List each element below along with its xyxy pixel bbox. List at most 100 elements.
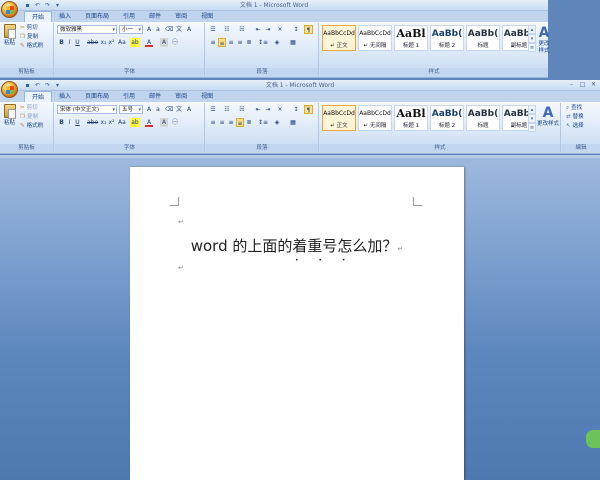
cut-button[interactable]: ✂ 剪切: [20, 24, 43, 33]
minimize-icon[interactable]: –: [567, 81, 576, 89]
style-no-spacing[interactable]: AaBbCcDd ↵ 无间隔: [358, 25, 392, 51]
style-title[interactable]: AaBb(标题: [466, 105, 500, 131]
tab-mailings[interactable]: 邮件: [142, 91, 168, 102]
style-no-spacing[interactable]: AaBbCcDd ↵ 无间隔: [358, 105, 392, 131]
paste-button[interactable]: 粘贴: [2, 104, 17, 126]
document-page[interactable]: ↵ word 的上面的着重号怎么加？↵ • • • ↵: [130, 167, 464, 480]
phonetic-guide-icon[interactable]: 文: [175, 25, 183, 34]
change-case-icon[interactable]: Aa: [118, 118, 126, 127]
tab-insert[interactable]: 插入: [52, 91, 78, 102]
change-styles-button[interactable]: A 更改样式: [535, 105, 561, 128]
style-title[interactable]: AaBb(标题: [466, 25, 500, 51]
align-left-icon[interactable]: ≡: [209, 38, 217, 47]
increase-indent-icon[interactable]: ⇥: [264, 105, 272, 114]
tab-page-layout[interactable]: 页面布局: [78, 91, 116, 102]
italic-icon[interactable]: I: [66, 38, 73, 47]
scroll-handle[interactable]: [586, 430, 600, 448]
style-normal[interactable]: AaBbCcDd ↵ 正文: [322, 25, 356, 51]
strikethrough-icon[interactable]: abe: [87, 118, 98, 127]
bullets-icon[interactable]: ☰: [208, 105, 218, 114]
style-normal[interactable]: AaBbCcDd ↵ 正文: [322, 105, 356, 131]
change-case-icon[interactable]: Aa: [118, 38, 126, 47]
align-right-icon[interactable]: ≡: [227, 38, 235, 47]
show-marks-icon[interactable]: ¶: [304, 105, 313, 114]
shading-icon[interactable]: ◈: [272, 38, 282, 47]
char-border-icon[interactable]: A: [185, 105, 193, 114]
font-color-icon[interactable]: A: [145, 38, 153, 47]
grow-font-icon[interactable]: A: [145, 25, 153, 34]
office-button[interactable]: [1, 1, 18, 18]
tab-references[interactable]: 引用: [116, 91, 142, 102]
format-painter-button[interactable]: ✎ 格式刷: [20, 122, 43, 131]
tab-home[interactable]: 开始: [24, 91, 53, 102]
shading-icon[interactable]: ◈: [272, 118, 282, 127]
align-right-icon[interactable]: ≡: [227, 118, 235, 127]
char-border-icon[interactable]: A: [185, 25, 193, 34]
paste-button[interactable]: 粘贴: [2, 24, 17, 46]
strikethrough-icon[interactable]: abe: [87, 38, 98, 47]
align-center-icon[interactable]: ≡: [218, 118, 226, 127]
align-left-icon[interactable]: ≡: [209, 118, 217, 127]
style-heading-2[interactable]: AaBb(标题 2: [430, 25, 464, 51]
font-name-select[interactable]: 微软雅黑: [57, 25, 117, 34]
change-styles-button[interactable]: A 更改样式: [536, 25, 552, 55]
highlight-icon[interactable]: ab: [130, 38, 140, 47]
gallery-up-icon[interactable]: ▴: [528, 25, 536, 34]
tab-review[interactable]: 审阅: [168, 11, 194, 22]
bold-icon[interactable]: B: [58, 38, 65, 47]
enclose-char-icon[interactable]: ㊀: [171, 38, 179, 47]
borders-icon[interactable]: ▦: [288, 118, 298, 127]
underline-icon[interactable]: U: [74, 118, 81, 127]
close-icon[interactable]: ✕: [589, 81, 598, 89]
font-color-icon[interactable]: A: [145, 118, 153, 127]
document-heading[interactable]: word 的上面的着重号怎么加？↵: [130, 236, 464, 259]
multilevel-list-icon[interactable]: ☵: [237, 105, 247, 114]
tab-view[interactable]: 视图: [194, 91, 220, 102]
style-heading-1[interactable]: AaBl 标题 1: [394, 105, 428, 131]
maximize-icon[interactable]: □: [578, 81, 587, 89]
style-heading-2[interactable]: AaBb(标题 2: [430, 105, 464, 131]
format-painter-button[interactable]: ✎ 格式刷: [20, 42, 43, 51]
borders-icon[interactable]: ▦: [288, 38, 298, 47]
phonetic-guide-icon[interactable]: 文: [175, 105, 183, 114]
copy-button[interactable]: ❐ 复制: [20, 33, 43, 42]
numbering-icon[interactable]: ☷: [222, 105, 232, 114]
highlight-icon[interactable]: ab: [130, 118, 140, 127]
subscript-icon[interactable]: x₂: [100, 38, 107, 47]
chinese-layout-icon[interactable]: ✕: [275, 25, 285, 34]
line-spacing-icon[interactable]: ↕≡: [258, 118, 268, 127]
tab-home[interactable]: 开始: [24, 11, 53, 22]
underline-icon[interactable]: U: [74, 38, 81, 47]
justify-icon[interactable]: ≡: [236, 118, 244, 127]
line-spacing-icon[interactable]: ↕≡: [258, 38, 268, 47]
tab-references[interactable]: 引用: [116, 11, 142, 22]
decrease-indent-icon[interactable]: ⇤: [254, 105, 262, 114]
align-center-icon[interactable]: ≡: [218, 38, 226, 47]
subscript-icon[interactable]: x₂: [100, 118, 107, 127]
tab-insert[interactable]: 插入: [52, 11, 78, 22]
char-shading-icon[interactable]: A: [160, 118, 168, 127]
sort-icon[interactable]: ↕: [292, 105, 300, 114]
gallery-more-icon[interactable]: ≡: [528, 43, 536, 52]
show-marks-icon[interactable]: ¶: [304, 25, 313, 34]
char-shading-icon[interactable]: A: [160, 38, 168, 47]
tab-mailings[interactable]: 邮件: [142, 11, 168, 22]
style-heading-1[interactable]: AaBl 标题 1: [394, 25, 428, 51]
select-button[interactable]: ↖ 选择: [566, 122, 584, 131]
shrink-font-icon[interactable]: a: [154, 25, 162, 34]
copy-button[interactable]: ❐ 复制: [20, 113, 43, 122]
office-button[interactable]: [1, 81, 18, 98]
font-name-select[interactable]: 宋体 (中文正文): [57, 105, 117, 114]
gallery-down-icon[interactable]: ▾: [528, 34, 536, 43]
decrease-indent-icon[interactable]: ⇤: [254, 25, 262, 34]
replace-button[interactable]: ⇄ 替换: [566, 113, 584, 122]
tab-page-layout[interactable]: 页面布局: [78, 11, 116, 22]
bold-icon[interactable]: B: [58, 118, 65, 127]
tab-review[interactable]: 审阅: [168, 91, 194, 102]
grow-font-icon[interactable]: A: [145, 105, 153, 114]
justify-icon[interactable]: ≡: [236, 38, 244, 47]
superscript-icon[interactable]: x²: [108, 118, 115, 127]
bullets-icon[interactable]: ☰: [208, 25, 218, 34]
chinese-layout-icon[interactable]: ✕: [275, 105, 285, 114]
tab-view[interactable]: 视图: [194, 11, 220, 22]
